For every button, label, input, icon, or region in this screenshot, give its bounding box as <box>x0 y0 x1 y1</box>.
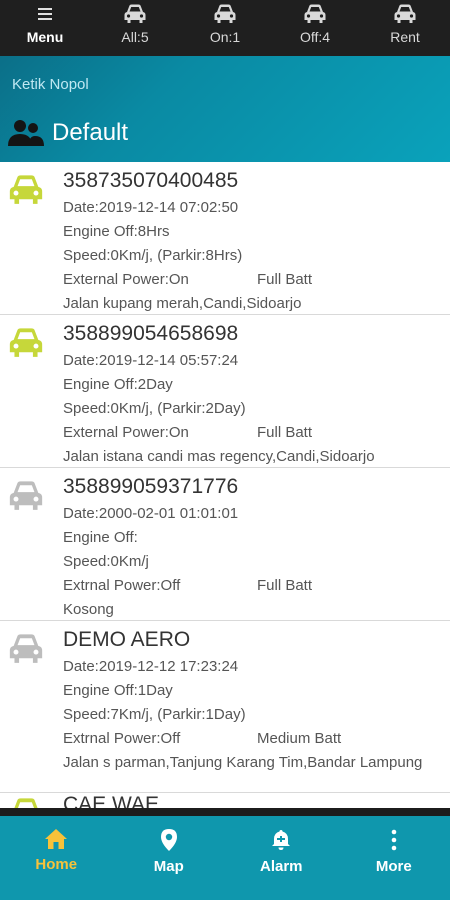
vehicle-id: 358899054658698 <box>63 322 239 345</box>
hamburger-icon <box>38 2 52 26</box>
list-item[interactable]: CAE WAE <box>0 793 450 808</box>
vehicle-engine: Engine Off: <box>63 529 138 546</box>
filter-on-label: On:1 <box>209 29 241 45</box>
vehicle-engine: Engine Off:8Hrs <box>63 223 170 240</box>
car-icon <box>302 2 328 26</box>
vehicle-battery: Full Batt <box>257 271 313 288</box>
vehicle-address: Kosong <box>63 601 114 618</box>
filter-off-button[interactable]: Off:4 <box>270 0 360 56</box>
nav-alarm[interactable]: Alarm <box>225 816 338 900</box>
vehicle-battery: Full Batt <box>257 424 313 441</box>
vehicle-id: DEMO AERO <box>63 628 191 651</box>
filter-off-label: Off:4 <box>299 29 331 45</box>
group-users-icon <box>8 120 44 146</box>
vehicle-battery: Medium Batt <box>257 730 342 747</box>
location-pin-icon <box>160 829 177 851</box>
vehicle-battery: Full Batt <box>257 577 313 594</box>
alarm-bell-icon <box>272 830 291 850</box>
vehicle-id: 358899059371776 <box>63 475 239 498</box>
car-icon <box>9 481 43 510</box>
nav-more-label: More <box>375 858 412 875</box>
filter-rent-label: Rent <box>390 29 420 45</box>
home-icon <box>45 829 68 849</box>
vehicle-speed: Speed:7Km/j, (Parkir:1Day) <box>63 706 246 723</box>
group-title: Default <box>52 119 129 146</box>
list-item[interactable]: 358735070400485 Date:2019-12-14 07:02:50… <box>0 162 450 315</box>
filter-rent-button[interactable]: Rent <box>360 0 450 56</box>
list-item[interactable]: 358899054658698 Date:2019-12-14 05:57:24… <box>0 315 450 468</box>
header: Ketik Nopol Default <box>0 56 450 162</box>
vehicle-date: Date:2000-02-01 01:01:01 <box>63 505 239 522</box>
vehicle-date: Date:2019-12-12 17:23:24 <box>63 658 239 675</box>
car-icon <box>9 175 43 204</box>
top-toolbar: Menu All:5 On:1 Off:4 Rent <box>0 0 450 56</box>
vehicle-speed: Speed:0Km/j <box>63 553 149 570</box>
vehicle-address: Jalan istana candi mas regency,Candi,Sid… <box>63 448 375 465</box>
nav-home-label: Home <box>35 856 78 873</box>
vehicle-engine: Engine Off:2Day <box>63 376 173 393</box>
vehicle-id: 358735070400485 <box>63 169 239 192</box>
menu-label: Menu <box>26 29 64 45</box>
car-icon <box>212 2 238 26</box>
filter-all-label: All:5 <box>121 29 149 45</box>
more-vertical-icon <box>391 829 397 851</box>
nav-alarm-label: Alarm <box>259 858 303 875</box>
list-item[interactable]: 358899059371776 Date:2000-02-01 01:01:01… <box>0 468 450 621</box>
vehicle-date: Date:2019-12-14 05:57:24 <box>63 352 239 369</box>
vehicle-date: Date:2019-12-14 07:02:50 <box>63 199 239 216</box>
vehicle-engine: Engine Off:1Day <box>63 682 173 699</box>
vehicle-power: External Power:On <box>63 271 189 288</box>
car-icon <box>392 2 418 26</box>
car-icon <box>9 328 43 357</box>
vehicle-address: Jalan kupang merah,Candi,Sidoarjo <box>63 295 302 312</box>
vehicle-id: CAE WAE <box>63 793 160 808</box>
menu-button[interactable]: Menu <box>0 0 90 56</box>
nav-map[interactable]: Map <box>113 816 226 900</box>
search-input[interactable]: Ketik Nopol <box>12 76 89 93</box>
list-item[interactable]: DEMO AERO Date:2019-12-12 17:23:24 Engin… <box>0 621 450 793</box>
bottom-nav: Home Map Alarm More <box>0 808 450 900</box>
nav-home[interactable]: Home <box>0 816 113 900</box>
filter-all-button[interactable]: All:5 <box>90 0 180 56</box>
nav-map-label: Map <box>153 858 184 875</box>
car-icon <box>14 798 38 808</box>
vehicle-power: Extrnal Power:Off <box>63 730 181 747</box>
group-header[interactable]: Default <box>6 118 128 148</box>
vehicle-power: Extrnal Power:Off <box>63 577 181 594</box>
nav-more[interactable]: More <box>338 816 450 900</box>
filter-on-button[interactable]: On:1 <box>180 0 270 56</box>
vehicle-address: Jalan s parman,Tanjung Karang Tim,Bandar… <box>63 754 423 771</box>
vehicle-speed: Speed:0Km/j, (Parkir:2Day) <box>63 400 246 417</box>
car-icon <box>122 2 148 26</box>
vehicle-speed: Speed:0Km/j, (Parkir:8Hrs) <box>63 247 243 264</box>
vehicle-power: External Power:On <box>63 424 189 441</box>
car-icon <box>9 634 43 663</box>
vehicle-list: 358735070400485 Date:2019-12-14 07:02:50… <box>0 162 450 808</box>
